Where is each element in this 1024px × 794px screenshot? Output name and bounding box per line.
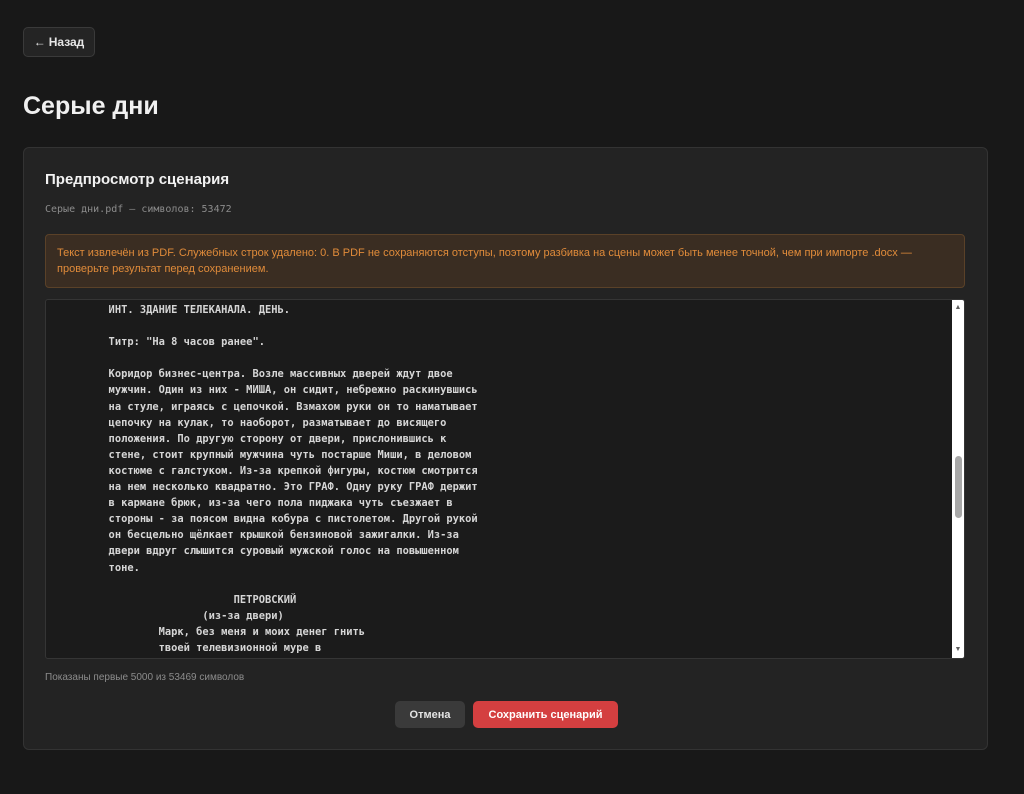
scrollbar-thumb[interactable] — [955, 456, 962, 518]
scroll-down-icon[interactable]: ▼ — [952, 644, 964, 656]
script-preview-textarea[interactable]: ИНТ. ЗДАНИЕ ТЕЛЕКАНАЛА. ДЕНЬ. Титр: "На … — [45, 299, 965, 659]
page-title: Серые дни — [23, 92, 159, 120]
preview-title: Предпросмотр сценария — [45, 171, 230, 188]
save-script-button[interactable]: Сохранить сценарий — [473, 701, 618, 728]
preview-card: Предпросмотр сценария Серые дни.pdf — си… — [23, 147, 988, 750]
script-preview-text: ИНТ. ЗДАНИЕ ТЕЛЕКАНАЛА. ДЕНЬ. Титр: "На … — [108, 304, 478, 654]
back-button-label: Назад — [48, 35, 85, 49]
file-info: Серые дни.pdf — символов: 53472 — [45, 204, 232, 215]
warning-message: Текст извлечён из PDF. Служебных строк у… — [45, 234, 965, 288]
back-button[interactable]: ← Назад — [23, 27, 95, 57]
cancel-button[interactable]: Отмена — [395, 701, 465, 728]
page: ← Назад Серые дни Предпросмотр сценария … — [0, 0, 1024, 794]
scroll-up-icon[interactable]: ▲ — [952, 302, 964, 314]
scrollbar[interactable]: ▲ ▼ — [952, 300, 964, 658]
shown-count: Показаны первые 5000 из 53469 символов — [45, 672, 245, 683]
arrow-left-icon: ← — [33, 35, 46, 49]
